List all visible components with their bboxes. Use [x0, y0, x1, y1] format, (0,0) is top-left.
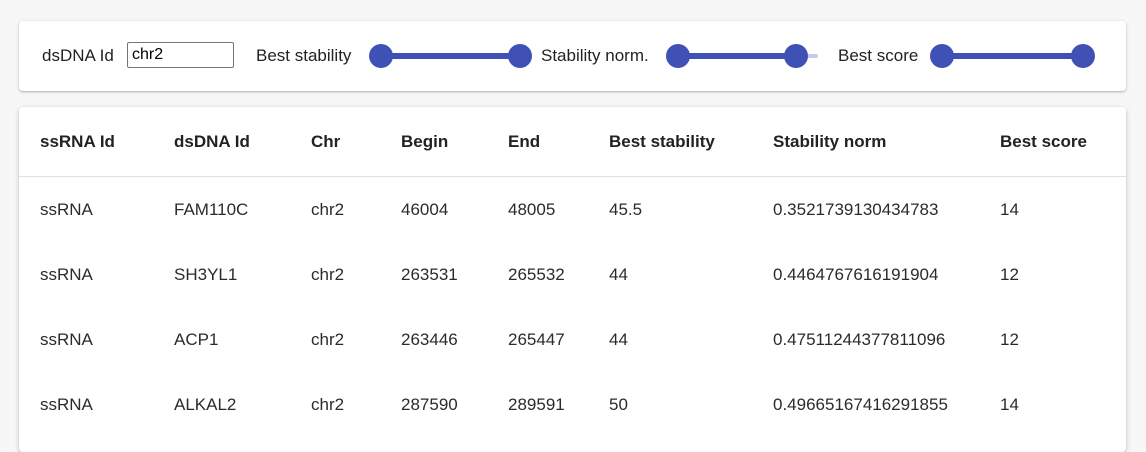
best-stability-label: Best stability — [256, 46, 352, 65]
filter-bar: dsDNA Id Best stability Stability norm. … — [19, 21, 1126, 91]
cell-end: 265532 — [508, 264, 565, 284]
cell-stability-norm: 0.47511244377811096 — [773, 329, 946, 349]
table-header: ssRNA Id dsDNA Id Chr Begin End Best sta… — [19, 107, 1126, 177]
cell-begin: 263531 — [401, 264, 458, 284]
dsdna-filter-label: dsDNA Id — [42, 46, 114, 65]
slider-track — [381, 53, 520, 59]
cell-best-score: 14 — [1000, 394, 1019, 414]
column-header-ssrna-id[interactable]: ssRNA Id — [40, 107, 115, 176]
cell-chr: chr2 — [311, 199, 345, 219]
cell-ssrna-id: ssRNA — [40, 264, 93, 284]
column-header-stability-norm[interactable]: Stability norm — [773, 107, 886, 176]
table-row[interactable]: ssRNA ALKAL2 chr2 287590 289591 50 0.496… — [19, 372, 1126, 437]
slider-thumb-max[interactable] — [1071, 44, 1095, 68]
cell-best-stability: 45.5 — [609, 199, 643, 219]
cell-end: 48005 — [508, 199, 556, 219]
cell-ssrna-id: ssRNA — [40, 394, 93, 414]
cell-begin: 287590 — [401, 394, 458, 414]
best-stability-slider[interactable] — [369, 44, 532, 68]
cell-chr: chr2 — [311, 394, 345, 414]
cell-chr: chr2 — [311, 329, 345, 349]
results-table: ssRNA Id dsDNA Id Chr Begin End Best sta… — [19, 107, 1126, 452]
table-row[interactable]: ssRNA ACP1 chr2 263446 265447 44 0.47511… — [19, 307, 1126, 372]
cell-best-score: 12 — [1000, 329, 1019, 349]
cell-best-score: 14 — [1000, 199, 1019, 219]
cell-dsdna-id: SH3YL1 — [174, 264, 238, 284]
cell-best-stability: 44 — [609, 329, 628, 349]
table-row[interactable]: ssRNA SH3YL1 chr2 263531 265532 44 0.446… — [19, 242, 1126, 307]
column-header-chr[interactable]: Chr — [311, 107, 340, 176]
cell-end: 289591 — [508, 394, 565, 414]
best-score-slider[interactable] — [930, 44, 1095, 68]
stability-norm-slider[interactable] — [666, 44, 818, 68]
cell-ssrna-id: ssRNA — [40, 199, 93, 219]
slider-thumb-max[interactable] — [783, 44, 808, 68]
slider-thumb-min[interactable] — [930, 44, 954, 68]
cell-stability-norm: 0.4464767616191904 — [773, 264, 939, 284]
dsdna-id-input[interactable] — [127, 42, 234, 68]
slider-thumb-max[interactable] — [508, 44, 532, 68]
column-header-begin[interactable]: Begin — [401, 107, 448, 176]
cell-stability-norm: 0.49665167416291855 — [773, 394, 948, 414]
cell-dsdna-id: ALKAL2 — [174, 394, 237, 414]
table-row[interactable]: ssRNA FAM110C chr2 46004 48005 45.5 0.35… — [19, 177, 1126, 242]
slider-thumb-min[interactable] — [666, 44, 690, 68]
cell-end: 265447 — [508, 329, 565, 349]
cell-best-score: 12 — [1000, 264, 1019, 284]
stability-norm-label: Stability norm. — [541, 46, 649, 65]
cell-best-stability: 44 — [609, 264, 628, 284]
cell-begin: 263446 — [401, 329, 458, 349]
cell-best-stability: 50 — [609, 394, 628, 414]
cell-dsdna-id: FAM110C — [174, 199, 249, 219]
cell-chr: chr2 — [311, 264, 345, 284]
column-header-best-stability[interactable]: Best stability — [609, 107, 715, 176]
slider-thumb-min[interactable] — [369, 44, 393, 68]
best-score-label: Best score — [838, 46, 919, 65]
column-header-best-score[interactable]: Best score — [1000, 107, 1087, 176]
cell-stability-norm: 0.3521739130434783 — [773, 199, 939, 219]
column-header-end[interactable]: End — [508, 107, 540, 176]
slider-track — [942, 53, 1083, 59]
slider-track — [678, 53, 796, 59]
cell-dsdna-id: ACP1 — [174, 329, 219, 349]
column-header-dsdna-id[interactable]: dsDNA Id — [174, 107, 250, 176]
cell-begin: 46004 — [401, 199, 449, 219]
cell-ssrna-id: ssRNA — [40, 329, 93, 349]
